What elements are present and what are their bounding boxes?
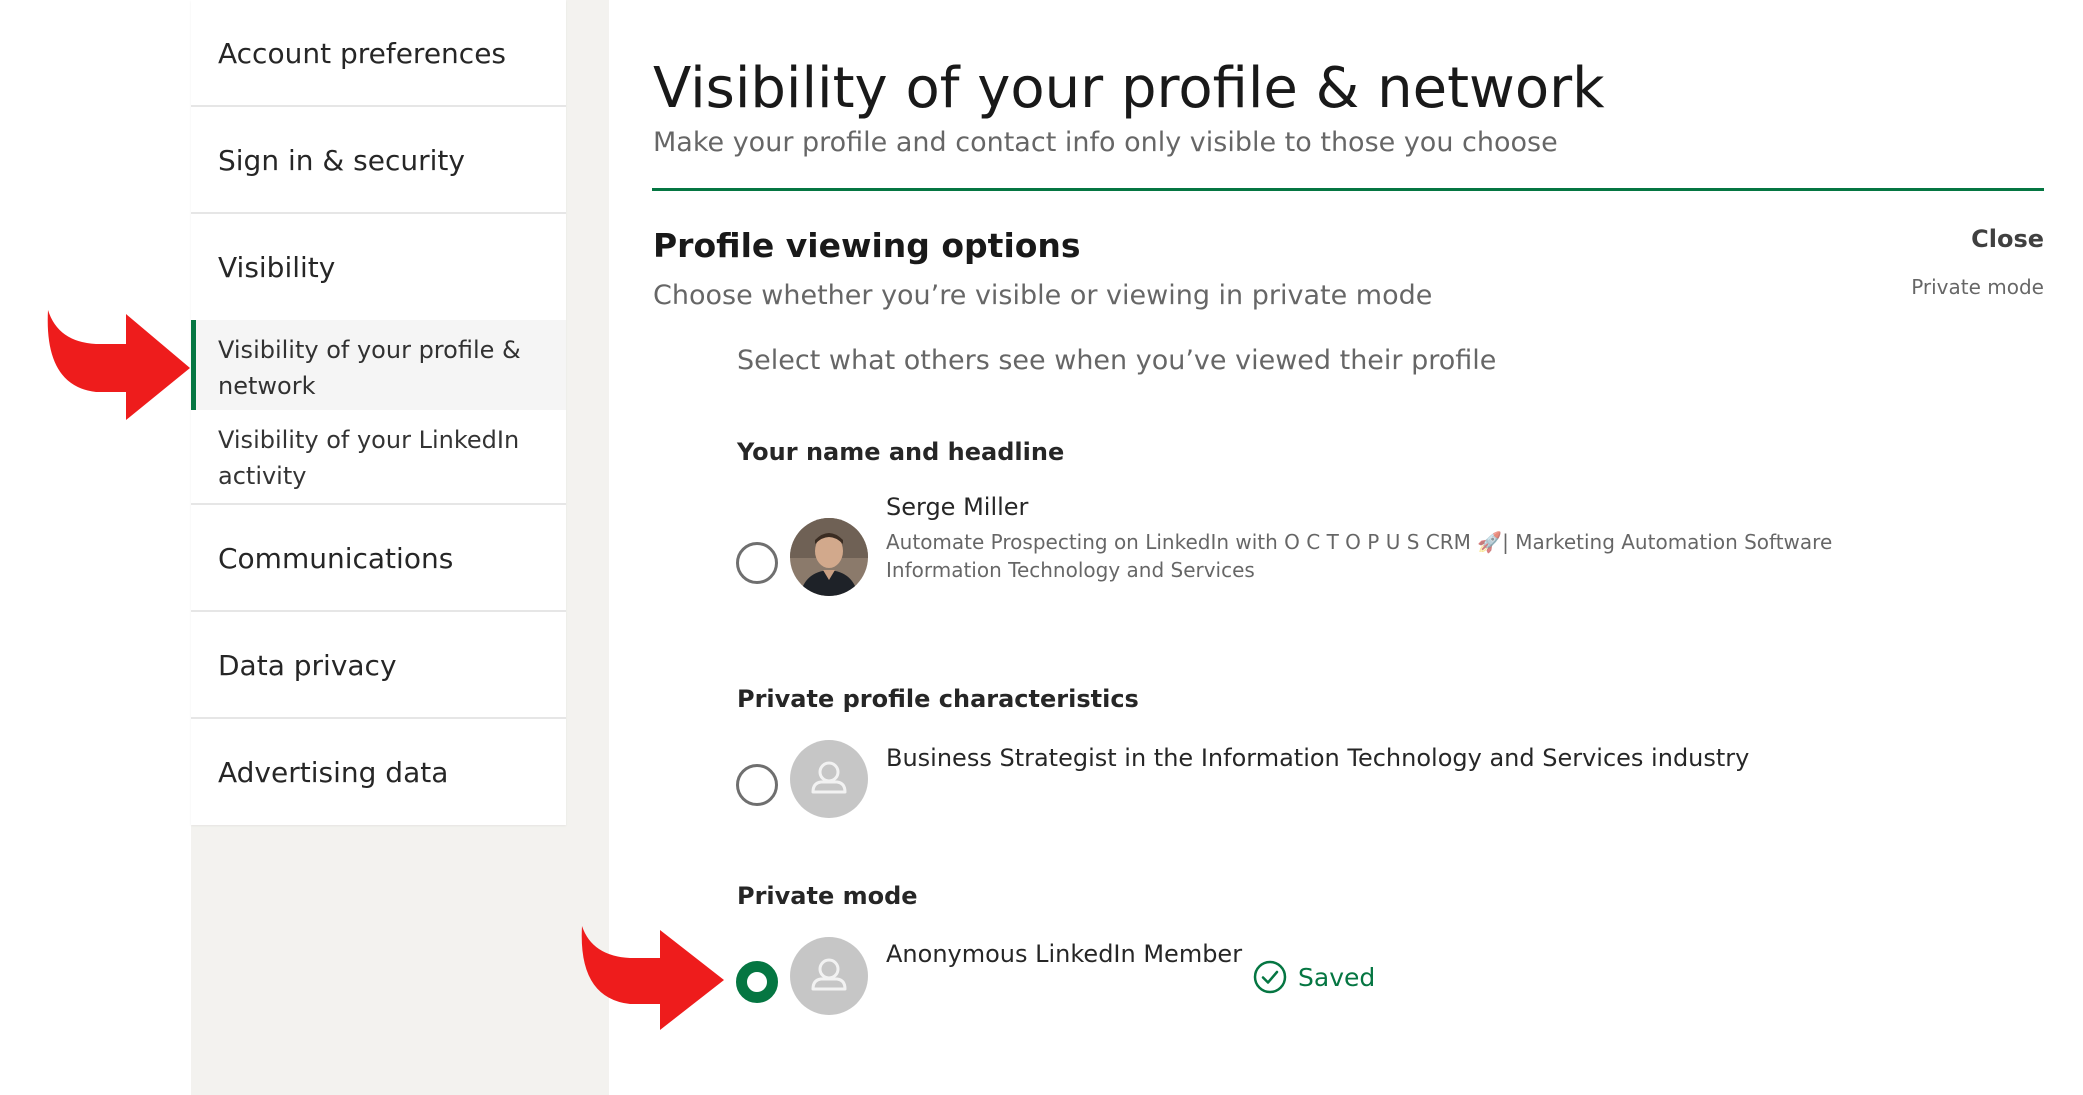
settings-sidebar: Account preferences Sign in & security V…: [191, 0, 566, 825]
close-button[interactable]: Close: [1971, 225, 2044, 253]
sidebar-item-label: Data privacy: [218, 649, 397, 682]
section-divider: [652, 188, 2044, 191]
sidebar-item-data-privacy[interactable]: Data privacy: [191, 612, 566, 719]
option-heading-name-headline: Your name and headline: [737, 438, 1065, 466]
arrow-pointer-icon: [47, 310, 190, 420]
option-heading-characteristics: Private profile characteristics: [737, 685, 1139, 713]
member-industry: Information Technology and Services: [886, 558, 1255, 582]
sidebar-item-sign-in-security[interactable]: Sign in & security: [191, 107, 566, 214]
profile-photo-icon: [790, 518, 868, 596]
member-name: Serge Miller: [886, 493, 1029, 521]
person-silhouette-icon: [811, 958, 847, 991]
sidebar-subitem-label: Visibility of your profile & network: [218, 336, 521, 400]
avatar-placeholder: [790, 937, 868, 1015]
sidebar-item-communications[interactable]: Communications: [191, 505, 566, 612]
person-silhouette-icon: [811, 761, 847, 794]
current-setting-value: Private mode: [1911, 275, 2044, 299]
sidebar-subitem-visibility-activity[interactable]: Visibility of your LinkedIn activity: [191, 410, 566, 503]
settings-main: Visibility of your profile & network Mak…: [609, 0, 2083, 1095]
radio-private-mode[interactable]: [736, 961, 778, 1003]
settings-page: Account preferences Sign in & security V…: [0, 0, 2083, 1095]
saved-label: Saved: [1298, 962, 1376, 992]
check-circle-icon: [1253, 960, 1287, 994]
sidebar-item-label: Advertising data: [218, 756, 449, 789]
sidebar-item-advertising-data[interactable]: Advertising data: [191, 719, 566, 826]
avatar: [790, 518, 868, 596]
sidebar-subitem-visibility-profile[interactable]: Visibility of your profile & network: [191, 320, 566, 410]
anonymous-member-text: Anonymous LinkedIn Member: [886, 940, 1243, 968]
sidebar-item-label: Account preferences: [218, 37, 507, 70]
avatar-placeholder: [790, 740, 868, 818]
arrow-pointer-icon: [581, 926, 724, 1030]
sidebar-subitem-label: Visibility of your LinkedIn activity: [218, 426, 520, 490]
sidebar-item-label: Visibility: [218, 251, 336, 284]
page-title: Visibility of your profile & network: [653, 56, 1605, 121]
sidebar-item-label: Sign in & security: [218, 144, 465, 177]
section-title: Profile viewing options: [653, 226, 1081, 265]
member-headline: Automate Prospecting on LinkedIn with O …: [886, 530, 1833, 554]
characteristics-text: Business Strategist in the Information T…: [886, 744, 1750, 772]
radio-name-headline[interactable]: [736, 542, 778, 584]
option-heading-private-mode: Private mode: [737, 882, 918, 910]
section-description: Choose whether you’re visible or viewing…: [653, 280, 1433, 311]
radio-characteristics[interactable]: [736, 764, 778, 806]
sidebar-item-label: Communications: [218, 542, 454, 575]
options-prompt: Select what others see when you’ve viewe…: [737, 345, 1497, 376]
page-subtitle: Make your profile and contact info only …: [653, 127, 1558, 158]
sidebar-item-visibility[interactable]: Visibility Visibility of your profile & …: [191, 214, 566, 505]
saved-status: Saved: [1252, 958, 1375, 996]
sidebar-item-account-preferences[interactable]: Account preferences: [191, 0, 566, 107]
